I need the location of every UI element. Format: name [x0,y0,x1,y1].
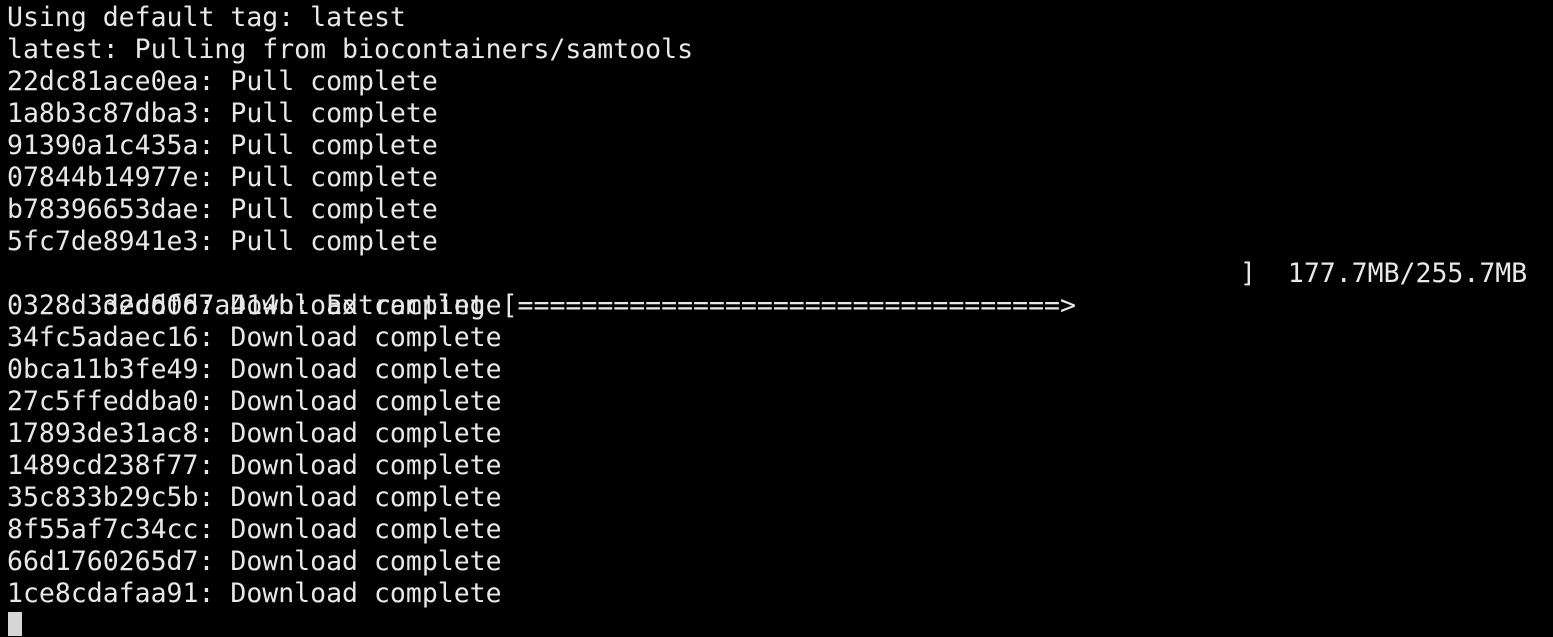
layer-status-line: 35c833b29c5b: Download complete [7,482,502,513]
extracting-progress-size: ] 177.7MB/255.7MB [1240,258,1528,289]
layer-status-line: 0bca11b3fe49: Download complete [7,354,502,385]
layer-status-line: 91390a1c435a: Pull complete [7,130,438,161]
layer-status-line: 17893de31ac8: Download complete [7,418,502,449]
terminal-output: Using default tag: latest latest: Pullin… [7,2,1527,610]
layer-status-line: 34fc5adaec16: Download complete [7,322,502,353]
layer-status-line: 5fc7de8941e3: Pull complete [7,226,438,257]
layer-status-line: 1489cd238f77: Download complete [7,450,502,481]
layer-status-line: 66d1760265d7: Download complete [7,546,502,577]
layer-status-line: 1a8b3c87dba3: Pull complete [7,98,438,129]
terminal-line: latest: Pulling from biocontainers/samto… [7,34,694,65]
terminal-cursor [8,612,22,636]
extracting-progress-line: 32d6067a414b: Extracting [==============… [7,258,1527,321]
layer-status-line: 8f55af7c34cc: Download complete [7,514,502,545]
layer-status-line: b78396653dae: Pull complete [7,194,438,225]
terminal-window[interactable]: Using default tag: latest latest: Pullin… [0,0,1553,637]
extracting-progress-bar: 32d6067a414b: Extracting [==============… [102,290,1076,321]
terminal-line: Using default tag: latest [7,2,406,33]
layer-status-line: 07844b14977e: Pull complete [7,162,438,193]
layer-status-line: 27c5ffeddba0: Download complete [7,386,502,417]
layer-status-line: 22dc81ace0ea: Pull complete [7,66,438,97]
layer-status-line: 1ce8cdafaa91: Download complete [7,578,502,609]
